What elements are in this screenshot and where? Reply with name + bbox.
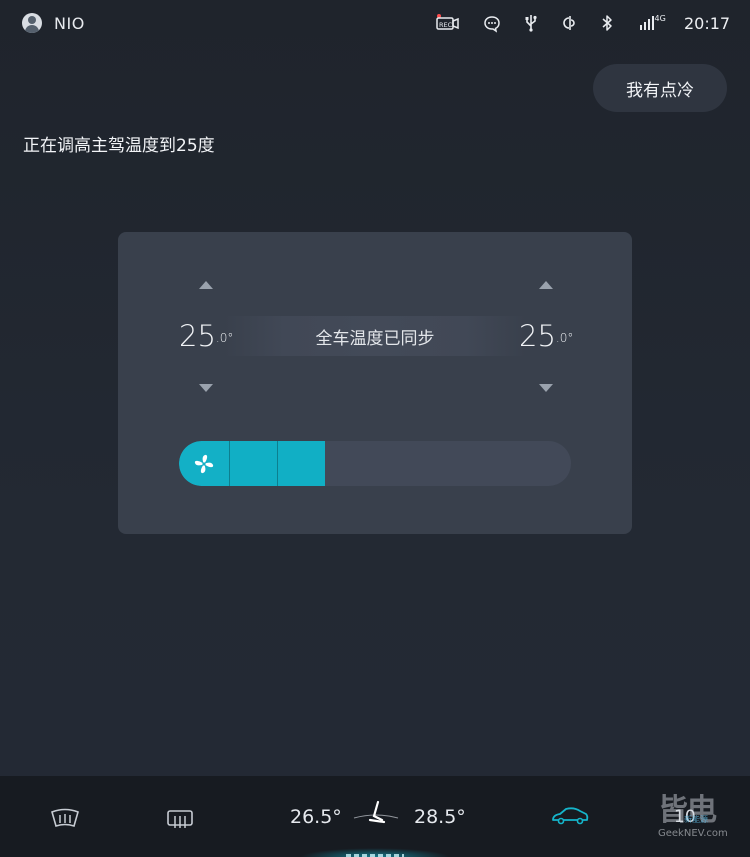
svg-text:4G: 4G: [655, 14, 666, 23]
clock: 20:17: [684, 14, 731, 33]
temperature-sync-status: 全车温度已同步: [224, 316, 526, 356]
passenger-temperature: 25.0°: [519, 320, 573, 352]
status-bar: NIO REC 4G 20:17: [0, 0, 750, 48]
passenger-temperature-integer: 25: [519, 319, 556, 353]
seat-airflow-icon[interactable]: [352, 798, 400, 834]
watermark-url: GeekNEV.com: [658, 828, 728, 839]
fan-speed-knob[interactable]: [179, 441, 229, 486]
passenger-temp-up-arrow-icon[interactable]: [539, 281, 553, 289]
assistant-response: 正在调高主驾温度到25度: [23, 136, 215, 156]
passenger-temperature-decimal: .0°: [555, 331, 574, 345]
phone-link-icon: [563, 16, 575, 30]
front-defrost-icon[interactable]: [50, 808, 80, 830]
fan-level-segment: [277, 441, 325, 486]
climate-control-card: 全车温度已同步 25.0° 25.0°: [118, 232, 632, 534]
svg-text:REC: REC: [439, 21, 453, 29]
fan-speed-slider[interactable]: [179, 441, 571, 486]
watermark-brand-small: 新能源: [684, 815, 708, 824]
driver-temperature-integer: 25: [179, 319, 216, 353]
driver-temp-up-arrow-icon[interactable]: [199, 281, 213, 289]
bluetooth-icon: [602, 15, 612, 31]
usb-icon: [525, 15, 537, 32]
user-voice-message-bubble: 我有点冷: [593, 64, 727, 112]
driver-temperature-decimal: .0°: [215, 331, 234, 345]
passenger-temp-down-arrow-icon[interactable]: [539, 384, 553, 392]
fan-icon: [194, 454, 214, 473]
driver-temperature: 25.0°: [179, 320, 233, 352]
dock-driver-temperature[interactable]: 26.5°: [290, 806, 342, 828]
message-icon: [484, 16, 500, 33]
user-name[interactable]: NIO: [54, 14, 85, 33]
bottom-climate-dock: 26.5° 28.5° 10 皆电 新能源 GeekNEV.com: [0, 776, 750, 857]
fan-level-segment: [229, 441, 277, 486]
driver-temp-down-arrow-icon[interactable]: [199, 384, 213, 392]
rear-defrost-icon[interactable]: [166, 808, 194, 830]
user-avatar[interactable]: [22, 13, 42, 33]
recording-icon: REC: [436, 14, 459, 30]
dock-passenger-temperature[interactable]: 28.5°: [414, 806, 466, 828]
cellular-signal-icon: 4G: [640, 14, 666, 30]
watermark-logo: 皆电 新能源 GeekNEV.com: [658, 796, 732, 842]
screen: NIO REC 4G 20:17 我有点冷 正在调高主驾温度到25度 全车温度已…: [0, 0, 750, 857]
car-recirculation-icon[interactable]: [550, 806, 590, 826]
